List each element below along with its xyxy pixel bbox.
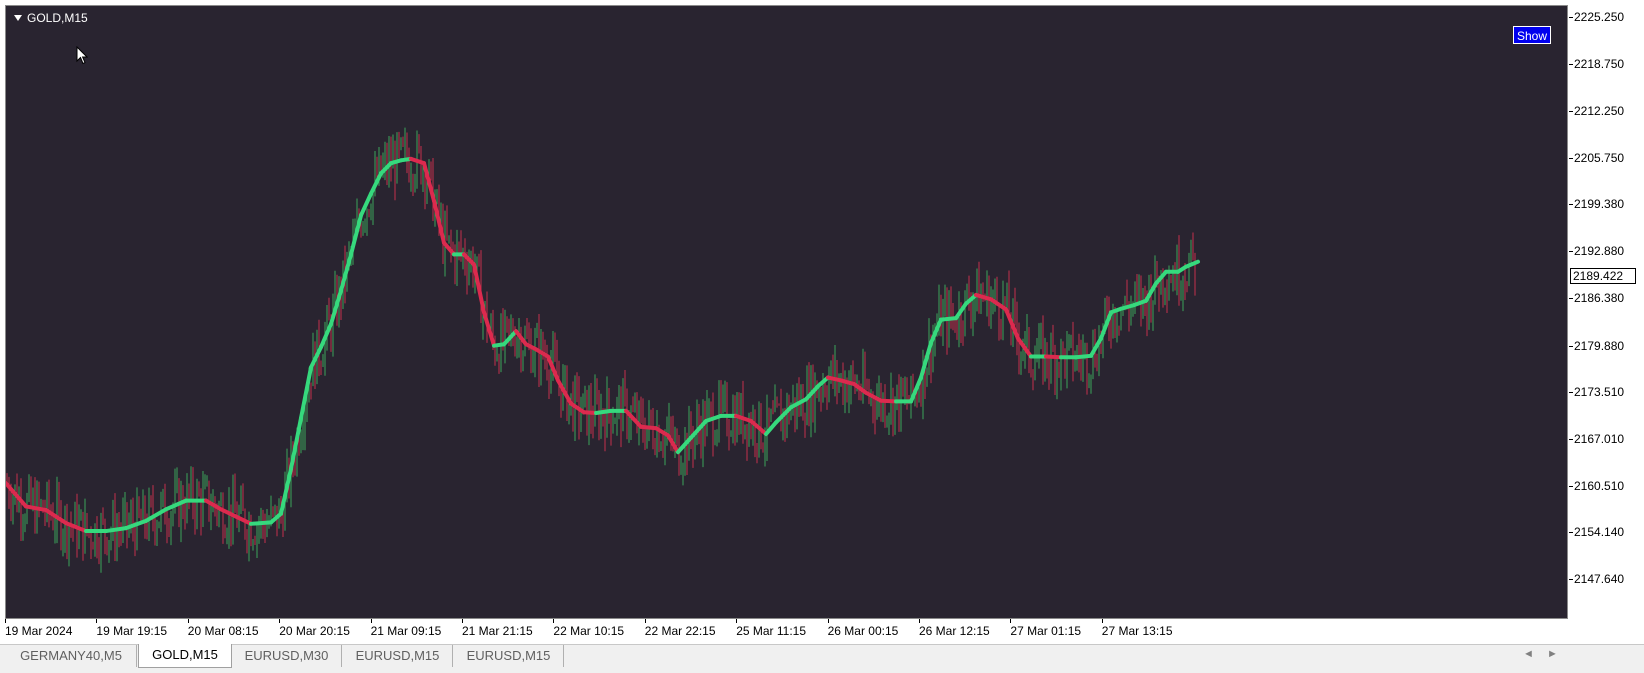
price-tick bbox=[1569, 64, 1573, 66]
price-tick bbox=[1569, 158, 1573, 160]
time-label: 21 Mar 21:15 bbox=[462, 624, 533, 638]
ma-line-segment bbox=[319, 321, 333, 350]
price-tick bbox=[1569, 251, 1573, 253]
price-label: 2218.750 bbox=[1574, 57, 1625, 72]
time-label: 27 Mar 01:15 bbox=[1010, 624, 1082, 638]
price-tick bbox=[1569, 204, 1573, 206]
price-label: 2225.250 bbox=[1574, 10, 1625, 24]
time-label: 26 Mar 12:15 bbox=[919, 624, 990, 638]
ma-line-segment bbox=[594, 408, 613, 416]
ma-line-segment bbox=[852, 382, 868, 395]
tab-gold-m15[interactable]: GOLD,M15 bbox=[138, 644, 232, 668]
ma-line-segment bbox=[1184, 259, 1200, 269]
chart-symbol-text: GOLD,M15 bbox=[27, 11, 88, 25]
time-label: 22 Mar 10:15 bbox=[553, 624, 625, 638]
chart-window: GOLD,M15 Show 2225.250 2218.750 2212.250 22… bbox=[0, 0, 1644, 644]
ma-line-segment bbox=[409, 156, 426, 166]
time-label: 20 Mar 20:15 bbox=[279, 624, 350, 638]
time-tick bbox=[370, 619, 372, 623]
time-tick bbox=[827, 619, 829, 623]
time-tick bbox=[1101, 619, 1103, 623]
ma-line-segment bbox=[1044, 354, 1063, 360]
time-label: 20 Mar 08:15 bbox=[187, 624, 259, 638]
time-label: 25 Mar 11:15 bbox=[736, 624, 807, 638]
time-tick bbox=[553, 619, 555, 623]
time-tick bbox=[96, 619, 98, 623]
chart-plot-area[interactable]: GOLD,M15 Show bbox=[5, 5, 1568, 619]
ma-line-segment bbox=[249, 520, 273, 526]
mouse-cursor-icon bbox=[76, 45, 89, 71]
time-tick bbox=[187, 619, 189, 623]
time-label: 19 Mar 19:15 bbox=[96, 624, 168, 638]
ma-line-segment bbox=[654, 426, 670, 438]
ma-line-segment bbox=[534, 347, 550, 359]
price-label: 2192.880 bbox=[1574, 244, 1625, 259]
price-axis[interactable]: 2225.250 2218.750 2212.250 2205.750 2199.380… bbox=[1568, 0, 1644, 644]
show-button[interactable]: Show bbox=[1513, 26, 1551, 44]
ma-line-segment bbox=[1074, 353, 1093, 360]
price-label: 2173.510 bbox=[1574, 384, 1625, 399]
time-label: 26 Mar 00:15 bbox=[827, 624, 899, 638]
price-tick bbox=[1569, 579, 1573, 580]
candles-group bbox=[6, 127, 1196, 573]
price-tick bbox=[1569, 111, 1573, 113]
tab-eurusd-m15[interactable]: EURUSD,M15 bbox=[343, 645, 453, 667]
time-tick bbox=[644, 619, 646, 623]
time-label: 19 Mar 2024 bbox=[5, 624, 73, 638]
price-label: 2179.880 bbox=[1574, 338, 1625, 353]
time-axis[interactable]: 19 Mar 2024 19 Mar 19:15 20 Mar 08:15 20 Ma… bbox=[0, 619, 1568, 644]
time-label: 27 Mar 13:15 bbox=[1101, 624, 1173, 638]
tab-eurusd-m30[interactable]: EURUSD,M30 bbox=[232, 645, 342, 667]
price-label: 2147.640 bbox=[1574, 572, 1625, 586]
price-tick bbox=[1569, 531, 1573, 533]
price-label: 2167.010 bbox=[1574, 431, 1625, 446]
price-label: 2160.510 bbox=[1574, 478, 1625, 493]
price-label: 2205.750 bbox=[1574, 151, 1625, 166]
scroll-right-arrow-icon[interactable]: ► bbox=[1547, 648, 1558, 660]
price-tick bbox=[1569, 485, 1573, 487]
ma-line-segment bbox=[939, 316, 958, 322]
time-tick bbox=[5, 619, 6, 623]
price-tick bbox=[1569, 298, 1573, 300]
time-tick bbox=[736, 619, 738, 623]
price-label: 2186.380 bbox=[1574, 291, 1625, 306]
scroll-left-arrow-icon[interactable]: ◄ bbox=[1523, 648, 1534, 660]
time-tick bbox=[919, 619, 920, 623]
time-label: 22 Mar 22:15 bbox=[644, 624, 716, 638]
price-tick bbox=[1569, 438, 1573, 440]
time-tick bbox=[462, 619, 463, 623]
chart-symbol-label[interactable]: GOLD,M15 bbox=[14, 11, 88, 25]
ma-line-segment bbox=[879, 398, 898, 404]
price-tick bbox=[1569, 345, 1573, 347]
ma-line-segment bbox=[502, 329, 518, 347]
time-tick bbox=[279, 619, 281, 623]
ma-line-segment bbox=[1004, 307, 1020, 341]
ma-line-segment bbox=[804, 384, 820, 402]
time-label: 21 Mar 09:15 bbox=[370, 624, 442, 638]
price-tick bbox=[1569, 17, 1573, 18]
current-price-label: 2189.422 bbox=[1570, 268, 1636, 285]
price-label: 2199.380 bbox=[1574, 197, 1625, 212]
price-label: 2212.250 bbox=[1574, 104, 1625, 119]
price-label: 2154.140 bbox=[1574, 524, 1625, 539]
chart-tabs-bar: GERMANY40,M5 GOLD,M15 EURUSD,M30 EURUSD,M15… bbox=[0, 644, 1644, 673]
price-chart-svg bbox=[6, 127, 1200, 573]
ma-line-segment bbox=[639, 424, 658, 431]
tab-germany40-m5[interactable]: GERMANY40,M5 bbox=[6, 645, 137, 667]
price-tick bbox=[1569, 391, 1573, 393]
tab-eurusd-m15[interactable]: EURUSD,M15 bbox=[454, 645, 564, 667]
time-tick bbox=[1010, 619, 1012, 623]
dropdown-triangle-icon[interactable] bbox=[14, 15, 22, 21]
